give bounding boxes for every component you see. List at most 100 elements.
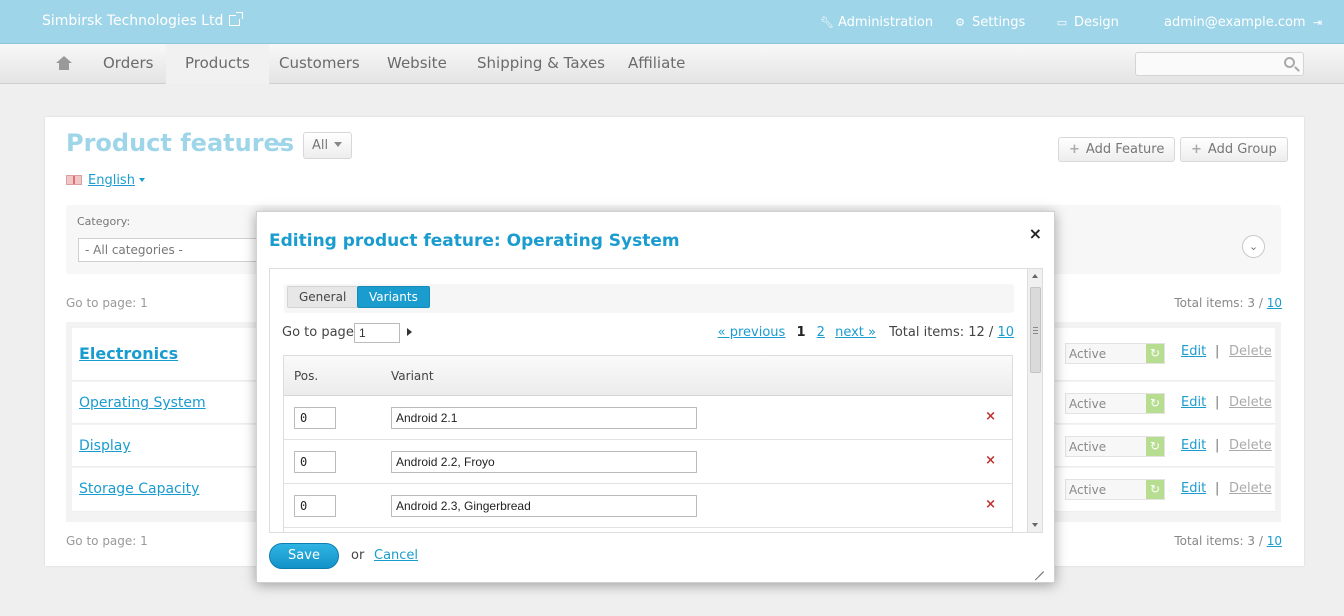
total-variants-label: Total items: 12 /: [889, 325, 994, 340]
status-value: Active: [1069, 440, 1107, 454]
flag-icon: [66, 175, 82, 185]
page-title: Product features: [66, 129, 295, 157]
feature-name-link[interactable]: Operating System: [79, 395, 206, 411]
goto-page-bottom: Go to page: 1: [66, 534, 148, 548]
add-feature-button[interactable]: + Add Feature: [1058, 137, 1176, 162]
table-row: ×: [284, 440, 1012, 484]
refresh-icon: ↻: [1146, 480, 1164, 499]
variant-name-input[interactable]: [391, 407, 697, 429]
feature-name-link[interactable]: Display: [79, 438, 131, 454]
resize-handle-icon[interactable]: [1032, 560, 1044, 572]
position-input[interactable]: [294, 407, 336, 429]
variants-per-page-link[interactable]: 10: [997, 325, 1014, 340]
delete-variant-icon[interactable]: ×: [985, 497, 996, 512]
settings-label: Settings: [972, 15, 1026, 30]
chevron-down-icon: [334, 142, 343, 147]
edit-link[interactable]: Edit: [1181, 395, 1206, 410]
search-icon[interactable]: [1284, 57, 1295, 68]
nav-shipping-taxes[interactable]: Shipping & Taxes: [477, 44, 605, 84]
add-group-button[interactable]: + Add Group: [1180, 137, 1288, 162]
delete-variant-icon[interactable]: ×: [985, 453, 996, 468]
delete-link[interactable]: Delete: [1229, 395, 1272, 410]
goto-page-input[interactable]: [354, 323, 400, 343]
link-separator: |: [1215, 344, 1220, 359]
total-items-top: Total items: 3 / 10: [1174, 296, 1282, 310]
refresh-icon: ↻: [1146, 394, 1164, 413]
store-name-link[interactable]: Simbirsk Technologies Ltd: [42, 12, 244, 29]
link-separator: |: [1215, 481, 1220, 496]
nav-orders[interactable]: Orders: [103, 44, 153, 84]
position-input[interactable]: [294, 451, 336, 473]
category-select[interactable]: - All categories -: [78, 238, 278, 262]
items-per-page-link[interactable]: 10: [1267, 296, 1282, 310]
or-text: or: [351, 548, 365, 563]
delete-link[interactable]: Delete: [1229, 438, 1272, 453]
logout-icon[interactable]: ⇥: [1312, 16, 1324, 29]
nav-customers[interactable]: Customers: [279, 44, 360, 84]
status-select[interactable]: Active ↻: [1065, 393, 1165, 414]
delete-variant-icon[interactable]: ×: [985, 409, 996, 424]
edit-link[interactable]: Edit: [1181, 344, 1206, 359]
scroll-thumb[interactable]: [1030, 287, 1041, 373]
previous-page-link[interactable]: « previous: [718, 325, 786, 340]
edit-feature-dialog: Editing product feature: Operating Syste…: [256, 211, 1055, 583]
main-nav: Orders Products Customers Website Shippi…: [0, 44, 1344, 84]
tab-variants[interactable]: Variants: [357, 286, 430, 308]
close-icon[interactable]: ×: [1029, 224, 1042, 243]
language-selector[interactable]: English: [66, 173, 145, 188]
nav-website[interactable]: Website: [387, 44, 447, 84]
dialog-scrollbar[interactable]: [1027, 269, 1042, 532]
cancel-link[interactable]: Cancel: [374, 548, 418, 563]
status-select[interactable]: Active ↻: [1065, 343, 1165, 364]
delete-link[interactable]: Delete: [1229, 344, 1272, 359]
account-link[interactable]: admin@example.com ⇥: [1164, 15, 1324, 30]
variant-name-input[interactable]: [391, 495, 697, 517]
settings-link[interactable]: ⚙ Settings: [954, 15, 1025, 30]
total-items-bottom: Total items: 3 / 10: [1174, 534, 1282, 548]
items-per-page-link[interactable]: 10: [1267, 534, 1282, 548]
edit-link[interactable]: Edit: [1181, 481, 1206, 496]
delete-link[interactable]: Delete: [1229, 481, 1272, 496]
external-link-icon: [229, 12, 244, 26]
refresh-icon: ↻: [1146, 344, 1164, 363]
status-value: Active: [1069, 347, 1107, 361]
group-name-link[interactable]: Electronics: [79, 344, 178, 363]
total-items-label: Total items: 3 /: [1174, 534, 1263, 548]
scroll-down-icon[interactable]: [1032, 523, 1038, 527]
search-input[interactable]: [1135, 52, 1304, 76]
administration-link[interactable]: 🔧︎ Administration: [820, 15, 933, 30]
feature-filter-select[interactable]: All: [303, 132, 352, 159]
save-button[interactable]: Save: [269, 543, 339, 569]
expand-filter-icon[interactable]: ⌄: [1242, 235, 1265, 258]
go-arrow-icon[interactable]: [407, 328, 412, 336]
goto-page-label: Go to page:: [282, 325, 359, 340]
edit-link[interactable]: Edit: [1181, 438, 1206, 453]
feature-name-link[interactable]: Storage Capacity: [79, 481, 199, 497]
column-header-variant: Variant: [391, 369, 434, 383]
status-value: Active: [1069, 397, 1107, 411]
status-select[interactable]: Active ↻: [1065, 479, 1165, 500]
nav-affiliate[interactable]: Affiliate: [628, 44, 685, 84]
administration-label: Administration: [838, 15, 934, 30]
home-icon[interactable]: [56, 56, 72, 70]
status-select[interactable]: Active ↻: [1065, 436, 1165, 457]
design-link[interactable]: ▭ Design: [1056, 15, 1119, 30]
design-label: Design: [1074, 15, 1119, 30]
status-value: Active: [1069, 483, 1107, 497]
variants-table: Pos. Variant × × ×: [283, 355, 1013, 532]
page-2-link[interactable]: 2: [817, 325, 825, 340]
position-input[interactable]: [294, 495, 336, 517]
tab-general[interactable]: General: [287, 286, 359, 308]
language-link[interactable]: English: [88, 173, 135, 188]
nav-products[interactable]: Products: [166, 44, 269, 84]
variants-pager: « previous 1 2 next » Total items: 12 / …: [715, 325, 1014, 340]
variant-name-input[interactable]: [391, 451, 697, 473]
scroll-up-icon[interactable]: [1032, 274, 1038, 278]
category-label: Category:: [77, 215, 131, 228]
table-row: ×: [284, 396, 1012, 440]
grip-icon: [1033, 327, 1038, 328]
link-separator: |: [1215, 395, 1220, 410]
next-page-link[interactable]: next »: [835, 325, 876, 340]
total-items-label: Total items: 3 /: [1174, 296, 1263, 310]
dialog-title: Editing product feature: Operating Syste…: [269, 231, 680, 251]
